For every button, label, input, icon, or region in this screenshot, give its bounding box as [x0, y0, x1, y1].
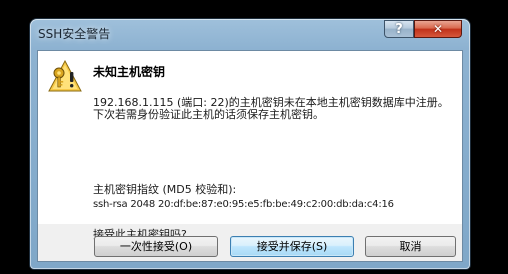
fingerprint-value: ssh-rsa 2048 20:df:be:87:e0:95:e5:fb:be:… [93, 199, 394, 210]
accept-once-button[interactable]: 一次性接受(O) [94, 236, 218, 257]
accept-and-save-button[interactable]: 接受并保存(S) [230, 236, 354, 257]
warning-key-icon [48, 60, 82, 92]
title-bar[interactable]: SSH安全警告 ? ✕ [30, 19, 470, 45]
dialog-client-area: 未知主机密钥 192.168.1.115 (端口: 22)的主机密钥未在本地主机… [37, 50, 463, 262]
dialog-message: 192.168.1.115 (端口: 22)的主机密钥未在本地主机密钥数据库中注… [93, 96, 449, 121]
cancel-button[interactable]: 取消 [365, 236, 456, 257]
window-title: SSH安全警告 [38, 27, 111, 41]
dialog-heading: 未知主机密钥 [93, 65, 166, 79]
help-button[interactable]: ? [384, 20, 414, 38]
close-button[interactable]: ✕ [414, 20, 462, 38]
fingerprint-label: 主机密钥指纹 (MD5 校验和): [93, 183, 237, 196]
ssh-warning-dialog: SSH安全警告 ? ✕ 未知主机密钥 192.168.1.115 (端口: 22… [30, 19, 470, 269]
dialog-content: 未知主机密钥 192.168.1.115 (端口: 22)的主机密钥未在本地主机… [38, 51, 462, 224]
